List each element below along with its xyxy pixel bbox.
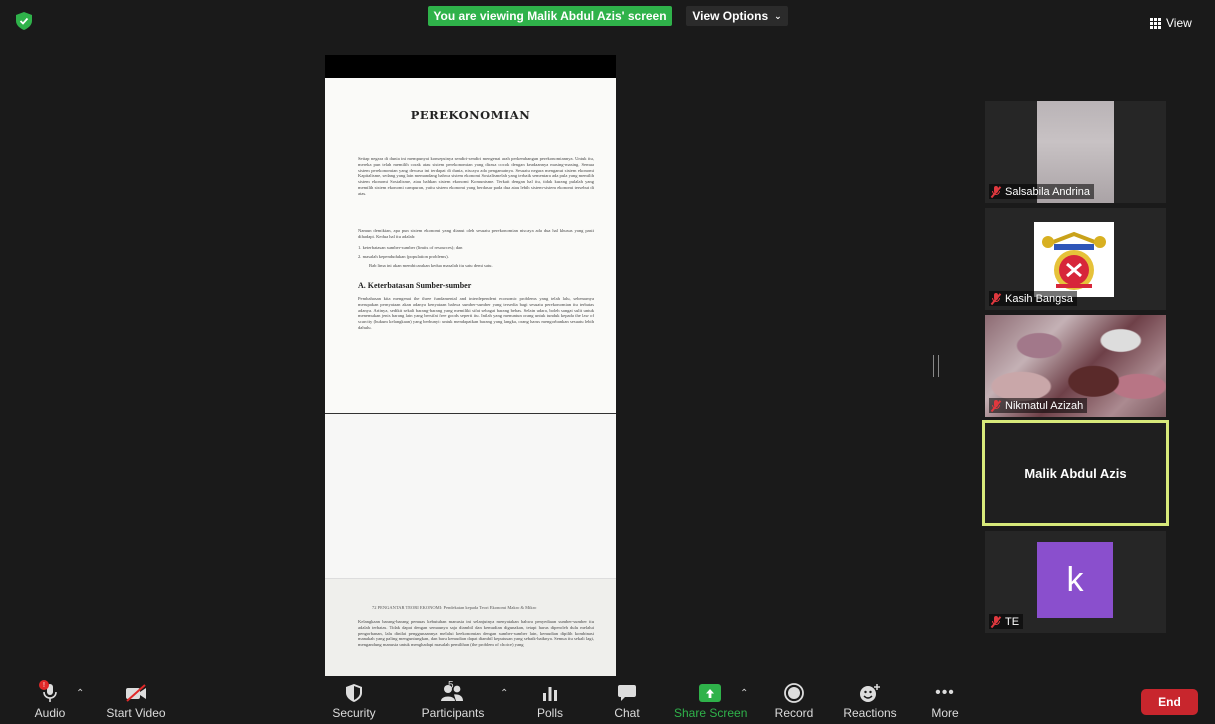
page-gap bbox=[325, 413, 616, 579]
document-section-heading: A. Keterbatasan Sumber-sumber bbox=[358, 281, 472, 290]
mic-muted-icon bbox=[990, 399, 1001, 412]
participants-options-caret-icon[interactable]: ⌃ bbox=[500, 688, 508, 699]
participant-name: Malik Abdul Azis bbox=[1024, 465, 1127, 481]
crest-logo-image bbox=[1034, 222, 1114, 297]
more-button[interactable]: ••• More bbox=[925, 682, 965, 722]
participant-tile[interactable]: k TE bbox=[985, 531, 1166, 633]
polls-icon bbox=[543, 687, 557, 701]
polls-button[interactable]: Polls bbox=[530, 682, 570, 722]
video-off-icon bbox=[126, 684, 146, 702]
participant-name: Nikmatul Azizah bbox=[1005, 399, 1084, 412]
share-screen-options-caret-icon[interactable]: ⌃ bbox=[740, 688, 748, 699]
document-title: Perekonomian bbox=[410, 108, 531, 122]
chat-bubble-icon bbox=[618, 685, 636, 701]
participants-label: Participants bbox=[421, 706, 485, 720]
document-list-item: 1. keterbatasan sumber-sumber (limits of… bbox=[358, 245, 463, 250]
document-list-note: Bab lima ini akan membicarakan kedua mas… bbox=[369, 263, 493, 268]
more-label: More bbox=[931, 706, 959, 720]
share-screen-icon bbox=[699, 684, 721, 702]
chat-label: Chat bbox=[614, 706, 640, 720]
participant-name: TE bbox=[1005, 615, 1020, 628]
shared-screen-top-bar bbox=[325, 55, 616, 78]
participant-tile[interactable]: Salsabila Andrina bbox=[985, 101, 1166, 203]
document-list-item: 2. masalah kependudukan (population prob… bbox=[358, 254, 449, 259]
reactions-label: Reactions bbox=[843, 706, 897, 720]
mic-muted-icon bbox=[990, 292, 1001, 305]
view-options-button[interactable]: View Options ⌄ bbox=[686, 6, 788, 26]
mic-muted-icon bbox=[990, 185, 1001, 198]
document-page: 72 PENGANTAR TEORI EKONOMI: Pendekatan k… bbox=[325, 578, 616, 680]
document-page: Perekonomian Setiap negara di dunia ini … bbox=[325, 78, 616, 418]
document-paragraph: Setiap negara di dunia ini mempunyai kon… bbox=[358, 156, 594, 196]
participant-name: Salsabila Andrina bbox=[1005, 185, 1091, 198]
participant-name-tag: Salsabila Andrina bbox=[989, 184, 1095, 199]
participants-count: 5 bbox=[448, 680, 454, 691]
viewing-screen-banner: You are viewing Malik Abdul Azis' screen bbox=[428, 6, 672, 26]
participant-name-tag: Kasih Bangsa bbox=[989, 291, 1077, 306]
viewing-screen-text: You are viewing Malik Abdul Azis' screen bbox=[433, 9, 667, 23]
grid-view-icon bbox=[1150, 17, 1161, 29]
share-screen-button[interactable]: Share Screen bbox=[674, 682, 748, 722]
active-speaker-tile[interactable]: Malik Abdul Azis bbox=[982, 420, 1169, 526]
end-label: End bbox=[1158, 695, 1181, 709]
audio-label: Audio bbox=[34, 706, 66, 720]
polls-label: Polls bbox=[536, 706, 563, 720]
reactions-button[interactable]: Reactions bbox=[842, 682, 898, 722]
participant-tile[interactable]: Nikmatul Azizah bbox=[985, 315, 1166, 417]
security-label: Security bbox=[332, 706, 376, 720]
document-paragraph: Kelangkaan barang-barang pemuas kebutuha… bbox=[358, 619, 594, 648]
start-video-button[interactable]: Start Video bbox=[105, 682, 167, 722]
mic-muted-icon bbox=[990, 615, 1001, 628]
share-screen-label: Share Screen bbox=[674, 706, 748, 720]
document-footer: 72 PENGANTAR TEORI EKONOMI: Pendekatan k… bbox=[372, 605, 537, 610]
document-paragraph: Namun demikian, apa pun sistem ekonomi y… bbox=[358, 228, 594, 239]
participant-name: Kasih Bangsa bbox=[1005, 292, 1073, 305]
participant-tile[interactable]: Kasih Bangsa bbox=[985, 208, 1166, 310]
reactions-emoji-icon bbox=[860, 684, 880, 702]
audio-warning-badge: ! bbox=[39, 680, 49, 690]
participant-name-tag: Nikmatul Azizah bbox=[989, 398, 1088, 413]
record-icon bbox=[784, 683, 804, 703]
shared-screen[interactable]: Perekonomian Setiap negara di dunia ini … bbox=[325, 55, 616, 680]
more-dots-icon: ••• bbox=[935, 684, 955, 701]
security-shield-icon bbox=[346, 684, 362, 702]
avatar: k bbox=[1037, 542, 1113, 618]
participant-name-tag: TE bbox=[989, 614, 1024, 629]
start-video-label: Start Video bbox=[106, 706, 166, 720]
audio-options-caret-icon[interactable]: ⌃ bbox=[76, 688, 84, 699]
shield-check-icon[interactable] bbox=[16, 12, 32, 30]
end-meeting-button[interactable]: End bbox=[1141, 689, 1198, 715]
resize-handle[interactable] bbox=[933, 355, 939, 377]
document-paragraph: Pembahasan kita mengenai the three funda… bbox=[358, 296, 594, 330]
view-label: View bbox=[1166, 16, 1192, 30]
record-label: Record bbox=[774, 706, 814, 720]
chat-button[interactable]: Chat bbox=[607, 682, 647, 722]
security-button[interactable]: Security bbox=[329, 682, 379, 722]
participants-button[interactable]: 5 Participants bbox=[420, 680, 486, 722]
view-button[interactable]: View bbox=[1150, 14, 1210, 32]
chevron-down-icon: ⌄ bbox=[774, 10, 782, 21]
record-button[interactable]: Record bbox=[772, 682, 816, 722]
audio-button[interactable]: ! Audio bbox=[30, 680, 70, 722]
view-options-label: View Options bbox=[692, 9, 769, 23]
